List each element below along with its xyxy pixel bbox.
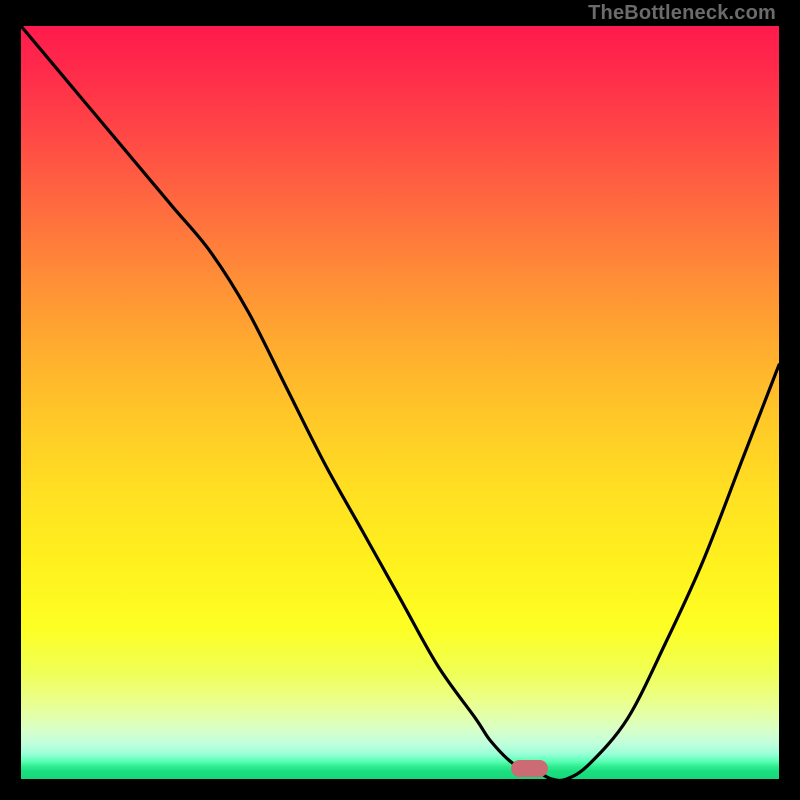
- chart-frame: TheBottleneck.com: [0, 0, 800, 800]
- watermark-text: TheBottleneck.com: [588, 2, 776, 25]
- bottleneck-curve: [21, 26, 779, 779]
- optimum-marker: [511, 760, 548, 777]
- curve-path: [21, 26, 779, 780]
